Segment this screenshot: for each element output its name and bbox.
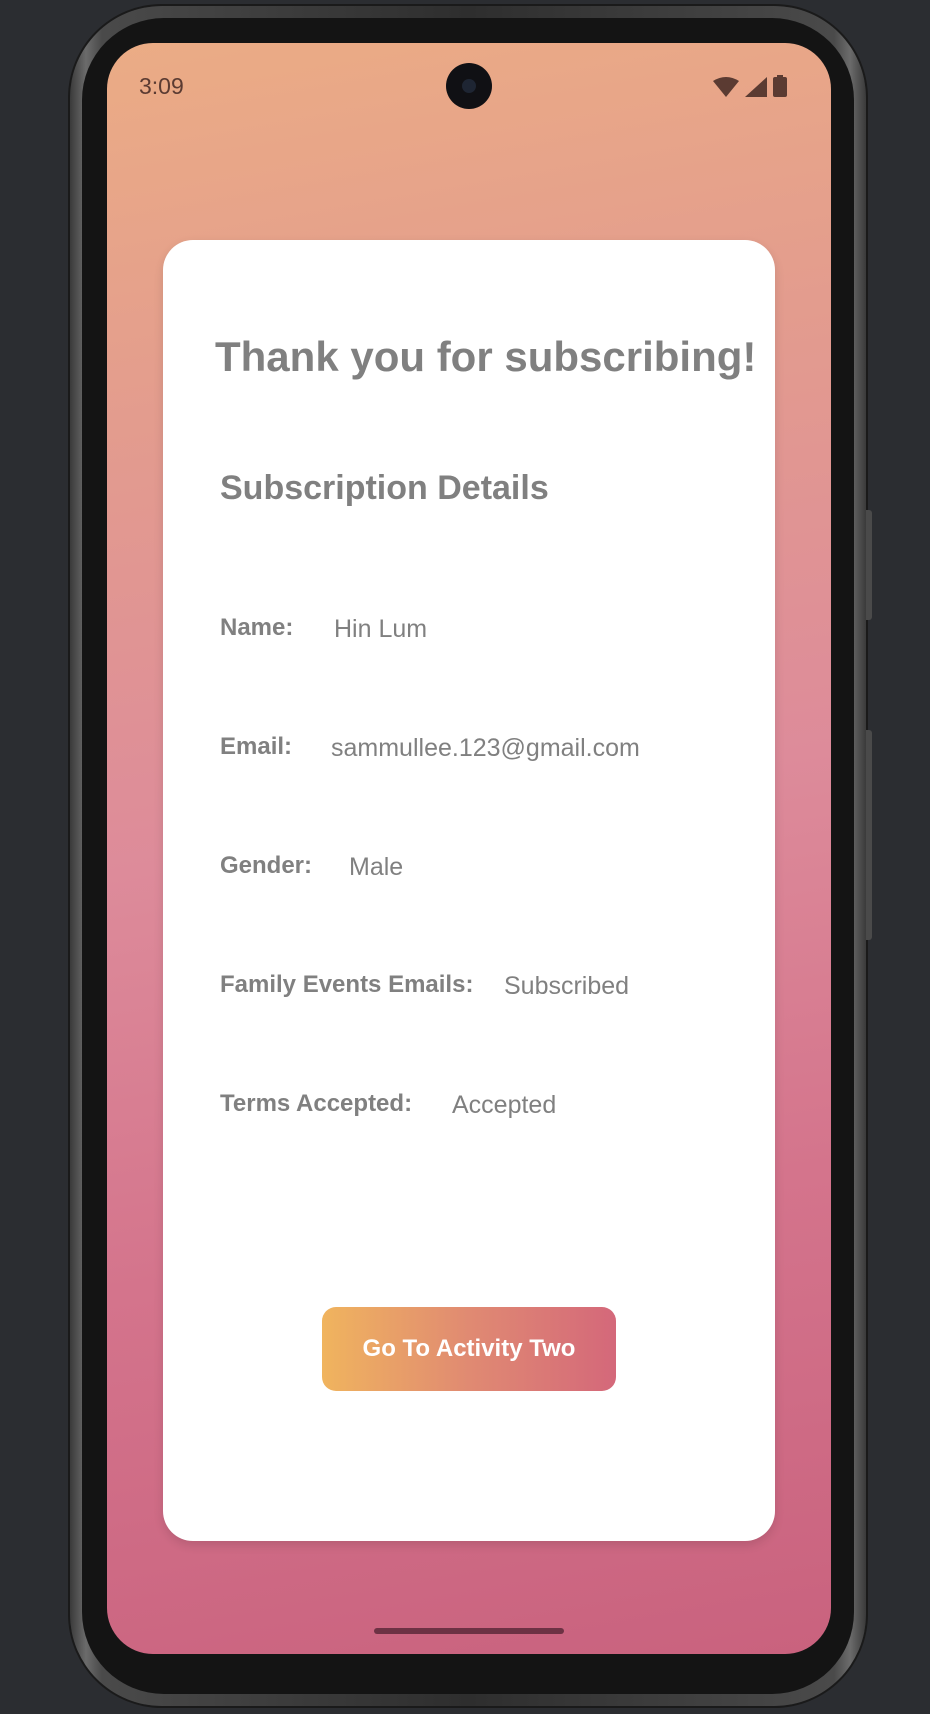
subscription-card: Thank you for subscribing! Subscription …	[163, 240, 775, 1541]
terms-value: Accepted	[452, 1091, 557, 1119]
wifi-icon	[713, 77, 739, 97]
front-camera	[446, 63, 492, 109]
volume-button	[866, 730, 872, 940]
family-events-value: Subscribed	[504, 972, 630, 1000]
section-heading: Subscription Details	[220, 469, 549, 507]
app-screen: 3:09 Thank you for subscribing! Subscrip…	[107, 43, 831, 1654]
gender-label: Gender:	[220, 852, 313, 879]
gender-value: Male	[349, 853, 404, 881]
status-time: 3:09	[139, 73, 184, 99]
page-title: Thank you for subscribing!	[215, 333, 757, 380]
name-label: Name:	[220, 614, 294, 641]
home-indicator[interactable]	[374, 1628, 564, 1634]
email-value: sammullee.123@gmail.com	[331, 734, 640, 762]
name-value: Hin Lum	[334, 615, 428, 643]
go-to-activity-two-button[interactable]: Go To Activity Two	[322, 1307, 616, 1391]
signal-icon	[745, 77, 767, 97]
terms-label: Terms Accepted:	[220, 1090, 413, 1117]
power-button	[866, 510, 872, 620]
status-bar: 3:09	[107, 43, 831, 131]
family-events-label: Family Events Emails:	[220, 971, 474, 998]
status-icons	[713, 75, 787, 97]
email-label: Email:	[220, 733, 293, 760]
battery-icon	[773, 75, 787, 97]
